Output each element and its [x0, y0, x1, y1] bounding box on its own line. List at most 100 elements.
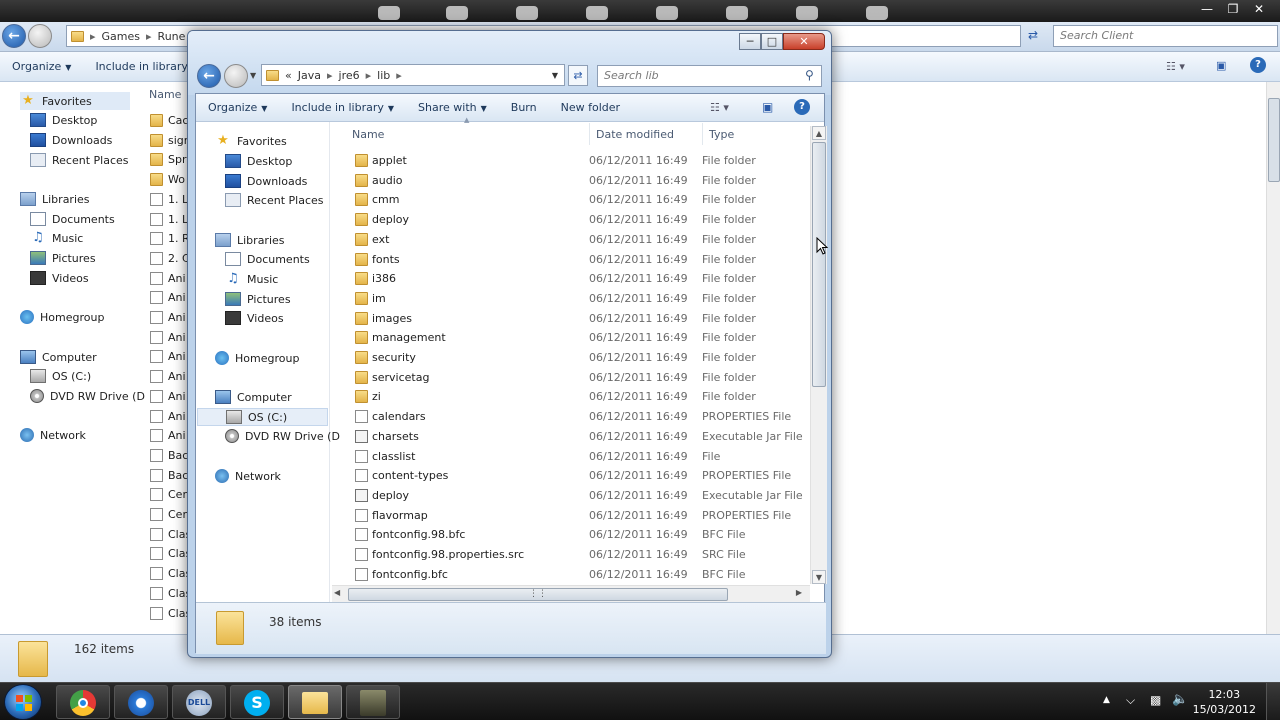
nav-pictures[interactable]: Pictures — [225, 290, 291, 308]
network-signal-icon[interactable]: ▩ — [1150, 693, 1161, 707]
nav-favorites[interactable]: ★ Favorites — [20, 92, 130, 110]
search-input[interactable]: Search lib — [597, 65, 822, 87]
forward-arrow-icon[interactable] — [224, 64, 248, 88]
list-item[interactable]: sign — [150, 131, 191, 150]
table-row[interactable]: zi 06/12/2011 16:49 File folder — [336, 387, 806, 407]
nav-favorites[interactable]: ★ Favorites — [215, 132, 287, 150]
table-row[interactable]: calendars 06/12/2011 16:49 PROPERTIES File — [336, 407, 806, 427]
column-date-modified[interactable]: Date modified — [596, 128, 674, 141]
table-row[interactable]: cmm 06/12/2011 16:49 File folder — [336, 190, 806, 210]
clock[interactable]: 12:03 15/03/2012 — [1193, 687, 1256, 717]
dell-taskbar-button[interactable]: DELL — [172, 685, 226, 719]
list-item[interactable]: Spri — [150, 150, 190, 169]
list-item[interactable]: Clas — [150, 604, 191, 623]
table-row[interactable]: fonts 06/12/2011 16:49 File folder — [336, 250, 806, 270]
breadcrumb-overflow[interactable]: « — [285, 69, 292, 82]
list-item[interactable]: Ani — [150, 426, 186, 445]
refresh-icon[interactable]: ⇄ — [1028, 28, 1038, 42]
view-icon[interactable]: ☷ ▾ — [1166, 60, 1185, 73]
background-scrollbar[interactable] — [1266, 82, 1280, 634]
column-type[interactable]: Type — [709, 128, 734, 141]
show-hidden-icons-icon[interactable]: ▲ — [1103, 695, 1110, 705]
preview-pane-icon[interactable]: ▣ — [1216, 59, 1226, 72]
column-name[interactable]: Name — [352, 128, 384, 141]
breadcrumb-item[interactable]: Rune — [158, 30, 186, 43]
start-button[interactable] — [4, 684, 42, 720]
list-item[interactable]: Cac — [150, 111, 188, 130]
back-arrow-icon[interactable]: ← — [197, 64, 221, 88]
show-desktop-button[interactable] — [1266, 683, 1280, 720]
power-icon[interactable]: ⌵ — [1126, 693, 1135, 708]
minimize-icon[interactable]: ─ — [739, 33, 761, 50]
list-item[interactable]: Cer — [150, 505, 187, 524]
scroll-down-icon[interactable]: ▼ — [812, 570, 826, 584]
list-item[interactable]: Ani — [150, 387, 186, 406]
breadcrumb-item[interactable]: Games — [102, 30, 140, 43]
nav-os-c[interactable]: OS (C:) — [30, 367, 91, 385]
list-item[interactable]: Wo — [150, 170, 185, 189]
table-row[interactable]: audio 06/12/2011 16:49 File folder — [336, 171, 806, 191]
scroll-thumb[interactable] — [1268, 98, 1280, 182]
minimize-icon[interactable]: — — [1194, 0, 1220, 18]
list-item[interactable]: Clas — [150, 525, 191, 544]
nav-libraries[interactable]: Libraries — [215, 231, 285, 249]
list-item[interactable]: Cer — [150, 485, 187, 504]
table-row[interactable]: security 06/12/2011 16:49 File folder — [336, 348, 806, 368]
close-icon[interactable]: ✕ — [1246, 0, 1272, 18]
chrome-taskbar-button[interactable] — [56, 685, 110, 719]
table-row[interactable]: classlist 06/12/2011 16:49 File — [336, 447, 806, 467]
list-item[interactable]: Ani — [150, 308, 186, 327]
list-item[interactable]: Ani — [150, 328, 186, 347]
maximize-icon[interactable]: □ — [761, 33, 783, 50]
skype-taskbar-button[interactable]: S — [230, 685, 284, 719]
table-row[interactable]: fontconfig.98.properties.src 06/12/2011 1… — [336, 545, 806, 565]
table-row[interactable]: i386 06/12/2011 16:49 File folder — [336, 269, 806, 289]
scroll-thumb[interactable]: ⋮⋮ — [348, 588, 728, 601]
scroll-up-icon[interactable]: ▲ — [812, 126, 826, 140]
nav-music[interactable]: ♫ Music — [225, 270, 278, 288]
app-taskbar-button[interactable] — [114, 685, 168, 719]
nav-computer[interactable]: Computer — [20, 348, 97, 366]
close-icon[interactable]: ✕ — [783, 33, 825, 50]
nav-desktop[interactable]: Desktop — [225, 152, 292, 170]
list-item[interactable]: 1. L — [150, 190, 188, 209]
nav-pictures[interactable]: Pictures — [30, 249, 96, 267]
nav-documents[interactable]: Documents — [30, 210, 115, 228]
volume-icon[interactable]: 🔈 — [1172, 692, 1188, 707]
scroll-thumb[interactable] — [812, 142, 826, 387]
nav-videos[interactable]: Videos — [225, 309, 284, 327]
name-column-header[interactable]: Name — [149, 88, 181, 101]
horizontal-scrollbar[interactable]: ◀ ⋮⋮ ▶ — [332, 585, 810, 602]
nav-desktop[interactable]: Desktop — [30, 111, 97, 129]
list-item[interactable]: Clas — [150, 544, 191, 563]
nav-network[interactable]: Network — [215, 467, 281, 485]
table-row[interactable]: images 06/12/2011 16:49 File folder — [336, 309, 806, 329]
table-row[interactable]: management 06/12/2011 16:49 File folder — [336, 328, 806, 348]
list-item[interactable]: Ani — [150, 269, 186, 288]
nav-dvd-drive[interactable]: DVD RW Drive (D — [225, 427, 340, 445]
nav-downloads[interactable]: Downloads — [225, 172, 307, 190]
organize-button[interactable]: Organize ▼ — [0, 60, 83, 73]
scroll-left-icon[interactable]: ◀ — [334, 588, 340, 597]
nav-computer[interactable]: Computer — [215, 388, 292, 406]
organize-button[interactable]: Organize ▼ — [196, 101, 279, 114]
nav-network[interactable]: Network — [20, 426, 86, 444]
forward-arrow-icon[interactable] — [28, 24, 52, 48]
table-row[interactable]: charsets 06/12/2011 16:49 Executable Jar F… — [336, 427, 806, 447]
list-item[interactable]: Bac — [150, 466, 188, 485]
nav-homegroup[interactable]: Homegroup — [215, 349, 299, 367]
breadcrumb-item-lib[interactable]: lib — [377, 69, 390, 82]
list-item[interactable]: 1. R — [150, 229, 190, 248]
list-item[interactable]: 2. C — [150, 249, 190, 268]
table-row[interactable]: servicetag 06/12/2011 16:49 File folder — [336, 368, 806, 388]
list-item[interactable]: Clas — [150, 584, 191, 603]
table-row[interactable]: content-types 06/12/2011 16:49 PROPERTIES … — [336, 466, 806, 486]
chevron-down-icon[interactable]: ▼ — [552, 71, 558, 80]
table-row[interactable]: im 06/12/2011 16:49 File folder — [336, 289, 806, 309]
scroll-right-icon[interactable]: ▶ — [796, 588, 802, 597]
list-item[interactable]: Clas — [150, 564, 191, 583]
address-breadcrumb[interactable]: « Java ▸ jre6 ▸ lib ▸ ▼ — [261, 64, 565, 86]
nav-downloads[interactable]: Downloads — [30, 131, 112, 149]
nav-homegroup[interactable]: Homegroup — [20, 308, 104, 326]
view-icon[interactable]: ☷ ▾ — [710, 101, 729, 114]
